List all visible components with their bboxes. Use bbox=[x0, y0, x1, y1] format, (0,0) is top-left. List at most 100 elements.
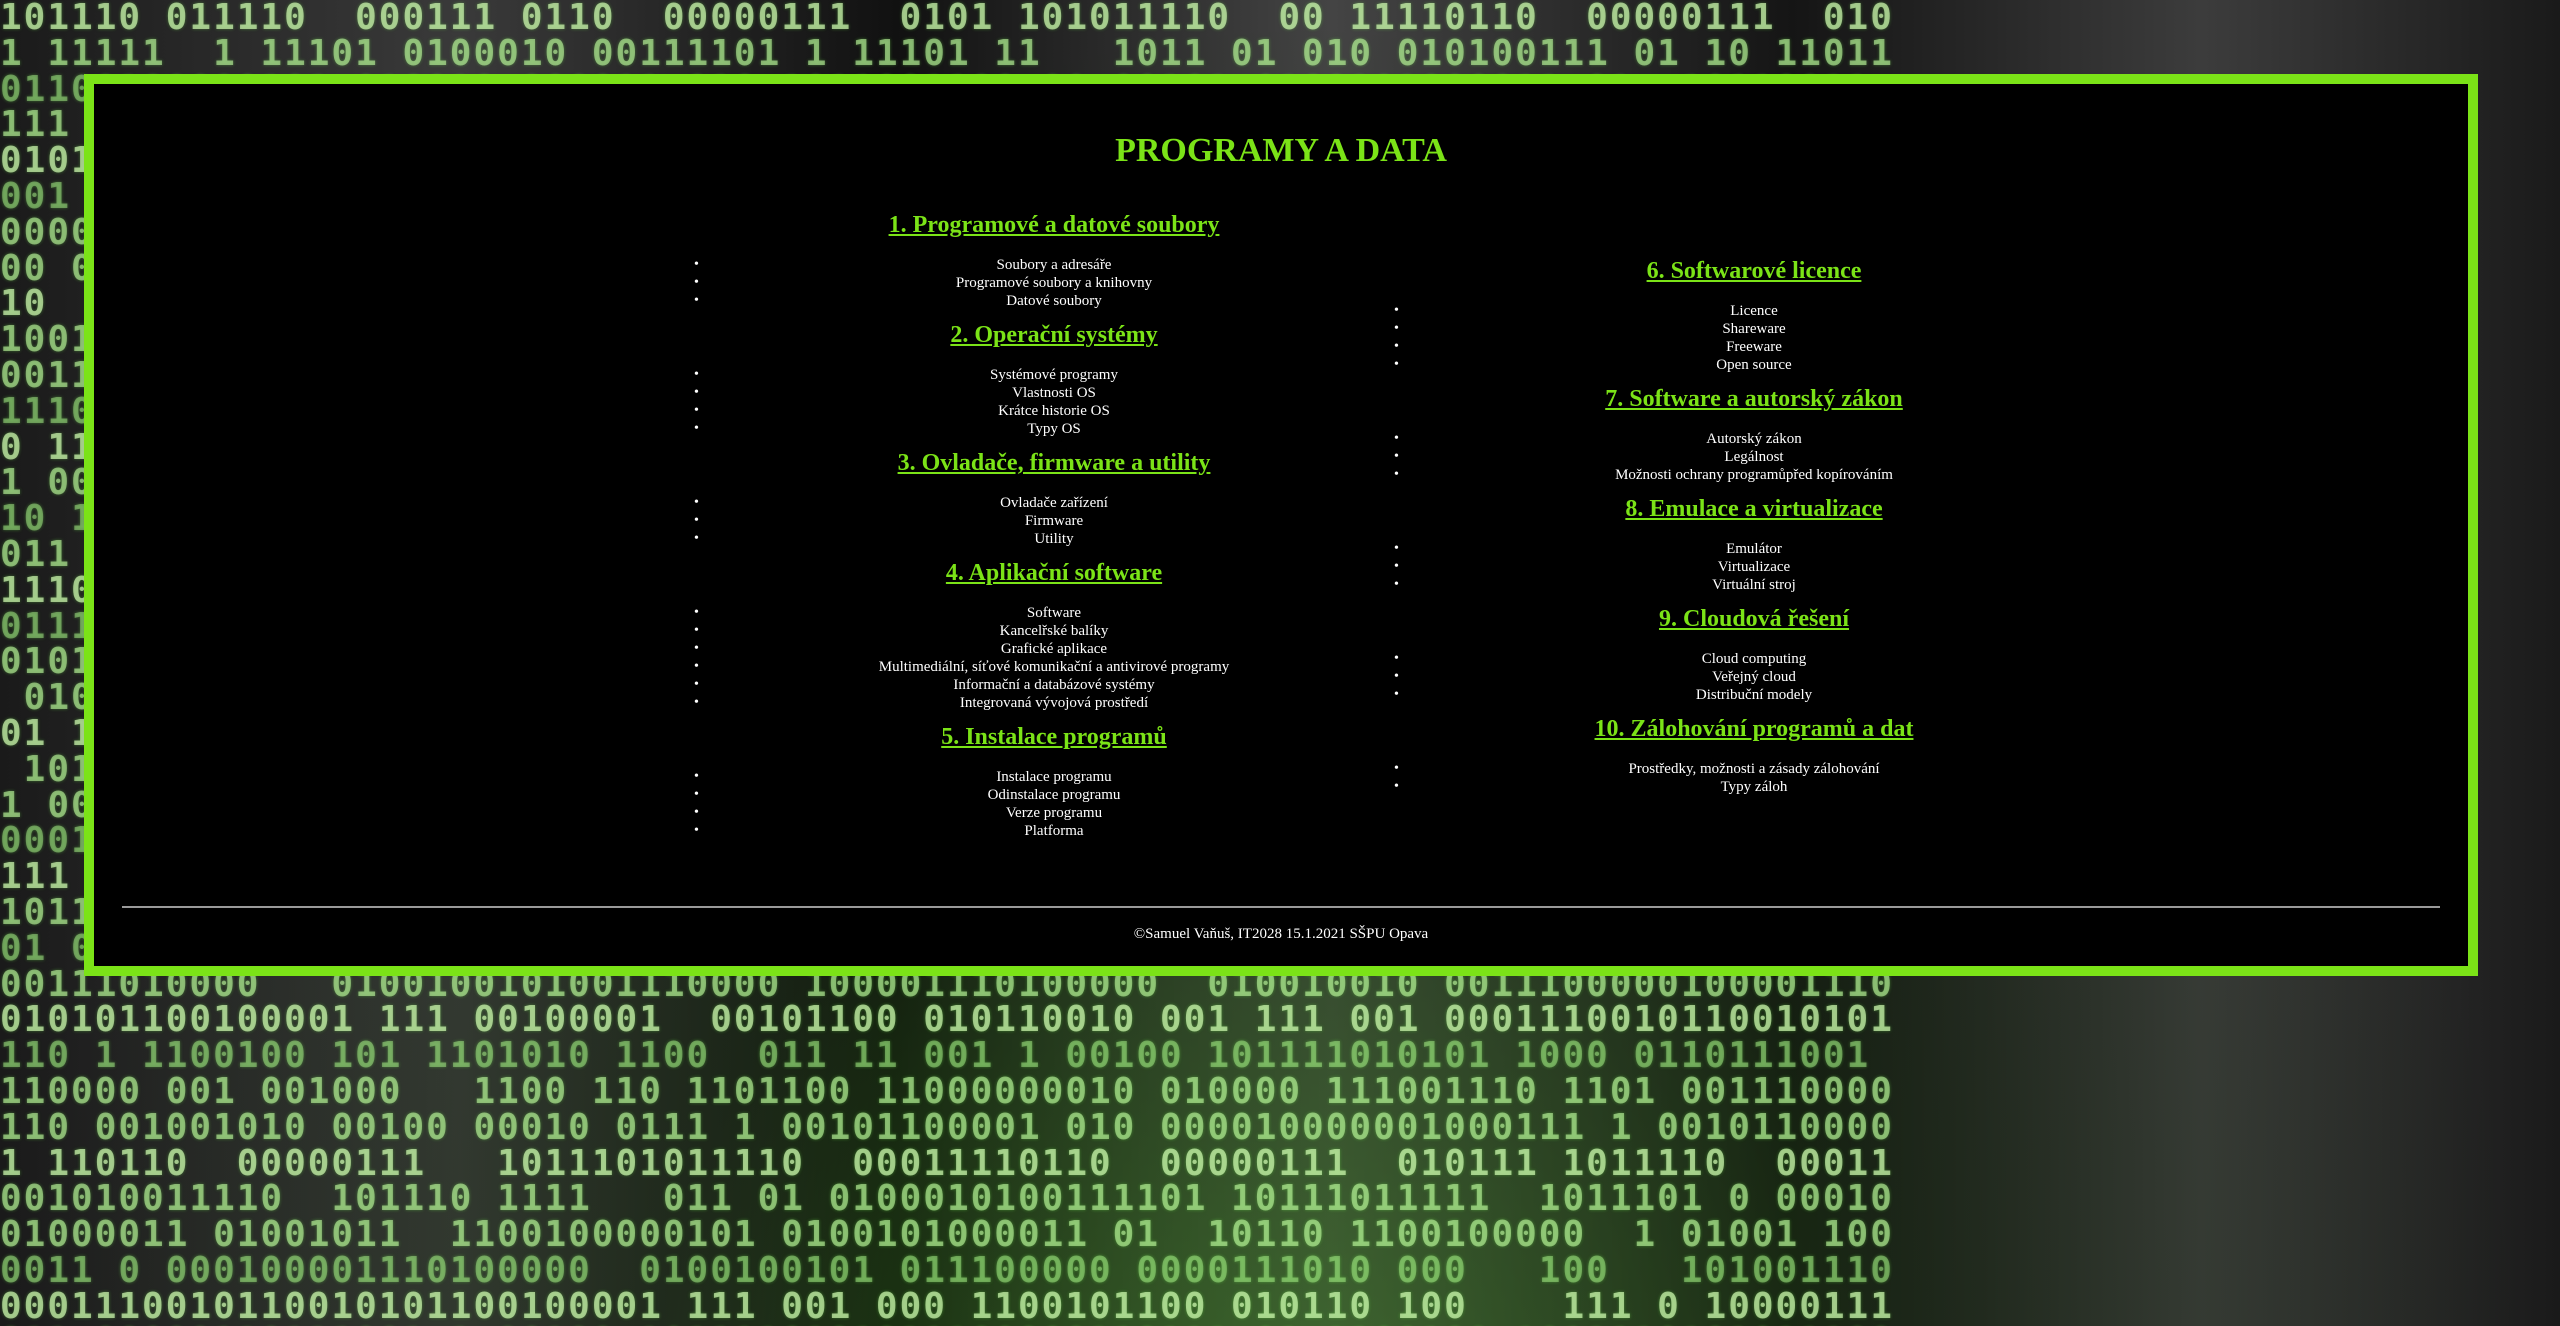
bullet-icon: • bbox=[694, 403, 699, 418]
bullet-icon: • bbox=[694, 513, 699, 528]
topic-section: 10. Zálohování programů a dat • Prostředky… bbox=[1304, 714, 2204, 796]
bullet-icon: • bbox=[694, 495, 699, 510]
topic-list: • Licence • Shareware • Freeware • Open source bbox=[1304, 302, 2204, 374]
list-item: • Platforma bbox=[604, 822, 1504, 840]
list-item: • Cloud computing bbox=[1304, 650, 2204, 668]
list-item-text: Verze programu bbox=[1005, 805, 1103, 821]
bullet-icon: • bbox=[1394, 467, 1399, 482]
bullet-icon: • bbox=[694, 659, 699, 674]
bullet-icon: • bbox=[694, 293, 699, 308]
list-item-text: Veřejný cloud bbox=[1712, 669, 1796, 685]
list-item-text: Instalace programu bbox=[996, 769, 1112, 785]
bullet-icon: • bbox=[694, 421, 699, 436]
list-item-text: Datové soubory bbox=[1006, 293, 1102, 309]
list-item: • Typy záloh bbox=[1304, 778, 2204, 796]
list-item-text: Software bbox=[1026, 605, 1082, 621]
bullet-icon: • bbox=[1394, 449, 1399, 464]
list-item-text: Freeware bbox=[1726, 339, 1782, 355]
bullet-icon: • bbox=[694, 695, 699, 710]
bullet-icon: • bbox=[1394, 761, 1399, 776]
footer-divider bbox=[122, 906, 2440, 908]
bullet-icon: • bbox=[694, 531, 699, 546]
list-item: • Virtualizace bbox=[1304, 558, 2204, 576]
list-item: • Autorský zákon bbox=[1304, 430, 2204, 448]
topic-list: • Cloud computing • Veřejný cloud • Distribuč… bbox=[1304, 650, 2204, 704]
bullet-icon: • bbox=[694, 367, 699, 382]
bullet-icon: • bbox=[694, 623, 699, 638]
list-item-text: Multimediální, síťové komunikační a anti… bbox=[878, 659, 1230, 675]
list-item-text: Soubory a adresáře bbox=[996, 257, 1112, 273]
section-heading-link[interactable]: 1. Programové a datové soubory bbox=[604, 210, 1504, 240]
bullet-icon: • bbox=[694, 257, 699, 272]
list-item-text: Virtualizace bbox=[1717, 559, 1791, 575]
list-item-text: Kancelřské balíky bbox=[999, 623, 1109, 639]
list-item-text: Integrovaná vývojová prostředí bbox=[959, 695, 1149, 711]
bullet-icon: • bbox=[1394, 669, 1399, 684]
list-item: • Emulátor bbox=[1304, 540, 2204, 558]
bullet-icon: • bbox=[1394, 321, 1399, 336]
section-heading-link[interactable]: 10. Zálohování programů a dat bbox=[1304, 714, 2204, 744]
list-item-text: Informační a databázové systémy bbox=[953, 677, 1155, 693]
bullet-icon: • bbox=[694, 787, 699, 802]
bullet-icon: • bbox=[694, 275, 699, 290]
bullet-icon: • bbox=[1394, 357, 1399, 372]
list-item: • Verze programu bbox=[604, 804, 1504, 822]
bullet-icon: • bbox=[1394, 687, 1399, 702]
list-item-text: Možnosti ochrany programůpřed kopírování… bbox=[1615, 467, 1893, 483]
list-item-text: Odinstalace programu bbox=[987, 787, 1121, 803]
list-item: • Možnosti ochrany programůpřed kopírován… bbox=[1304, 466, 2204, 484]
bullet-icon: • bbox=[694, 385, 699, 400]
bullet-icon: • bbox=[1394, 559, 1399, 574]
list-item-text: Utility bbox=[1034, 531, 1074, 547]
bullet-icon: • bbox=[1394, 577, 1399, 592]
bullet-icon: • bbox=[1394, 303, 1399, 318]
topic-section: 6. Softwarové licence • Licence • Shareware •… bbox=[1304, 256, 2204, 374]
list-item: • Virtuální stroj bbox=[1304, 576, 2204, 594]
section-heading-link[interactable]: 8. Emulace a virtualizace bbox=[1304, 494, 2204, 524]
bullet-icon: • bbox=[694, 641, 699, 656]
bullet-icon: • bbox=[1394, 779, 1399, 794]
content-panel: PROGRAMY A DATA 1. Programové a datové s… bbox=[84, 74, 2478, 976]
list-item-text: Platforma bbox=[1024, 823, 1084, 839]
bullet-icon: • bbox=[1394, 651, 1399, 666]
topic-list: • Prostředky, možnosti a zásady zálohován… bbox=[1304, 760, 2204, 796]
bullet-icon: • bbox=[694, 677, 699, 692]
list-item: • Open source bbox=[1304, 356, 2204, 374]
section-heading-link[interactable]: 7. Software a autorský zákon bbox=[1304, 384, 2204, 414]
list-item: • Prostředky, možnosti a zásady zálohován… bbox=[1304, 760, 2204, 778]
list-item-text: Grafické aplikace bbox=[1000, 641, 1108, 657]
list-item-text: Cloud computing bbox=[1701, 651, 1807, 667]
section-heading-link[interactable]: 6. Softwarové licence bbox=[1304, 256, 2204, 286]
list-item: • Veřejný cloud bbox=[1304, 668, 2204, 686]
list-item: • Legálnost bbox=[1304, 448, 2204, 466]
list-item-text: Emulátor bbox=[1726, 541, 1782, 557]
bullet-icon: • bbox=[1394, 541, 1399, 556]
topic-section: 7. Software a autorský zákon • Autorský zá… bbox=[1304, 384, 2204, 484]
list-item-text: Typy záloh bbox=[1720, 779, 1788, 795]
bullet-icon: • bbox=[694, 769, 699, 784]
list-item: • Distribuční modely bbox=[1304, 686, 2204, 704]
list-item-text: Distribuční modely bbox=[1695, 687, 1813, 703]
list-item-text: Virtuální stroj bbox=[1712, 577, 1796, 593]
list-item-text: Ovladače zařízení bbox=[1000, 495, 1108, 511]
list-item-text: Shareware bbox=[1722, 321, 1786, 337]
bullet-icon: • bbox=[1394, 431, 1399, 446]
list-item-text: Legálnost bbox=[1724, 449, 1784, 465]
list-item-text: Open source bbox=[1716, 357, 1792, 373]
bullet-icon: • bbox=[694, 605, 699, 620]
list-item: • Shareware bbox=[1304, 320, 2204, 338]
bullet-icon: • bbox=[694, 823, 699, 838]
list-item-text: Krátce historie OS bbox=[998, 403, 1110, 419]
list-item-text: Licence bbox=[1730, 303, 1778, 319]
list-item-text: Prostředky, možnosti a zásady zálohování bbox=[1628, 761, 1880, 777]
list-item: • Licence bbox=[1304, 302, 2204, 320]
topic-list: • Autorský zákon • Legálnost • Možnosti ochra… bbox=[1304, 430, 2204, 484]
list-item-text: Vlastnosti OS bbox=[1012, 385, 1096, 401]
list-item-text: Systémové programy bbox=[990, 367, 1118, 383]
list-item-text: Autorský zákon bbox=[1706, 431, 1802, 447]
list-item-text: Programové soubory a knihovny bbox=[955, 275, 1153, 291]
topic-section: 8. Emulace a virtualizace • Emulátor • Virtu… bbox=[1304, 494, 2204, 594]
topic-list: • Emulátor • Virtualizace • Virtuální stroj bbox=[1304, 540, 2204, 594]
list-item-text: Typy OS bbox=[1027, 421, 1081, 437]
section-heading-link[interactable]: 9. Cloudová řešení bbox=[1304, 604, 2204, 634]
